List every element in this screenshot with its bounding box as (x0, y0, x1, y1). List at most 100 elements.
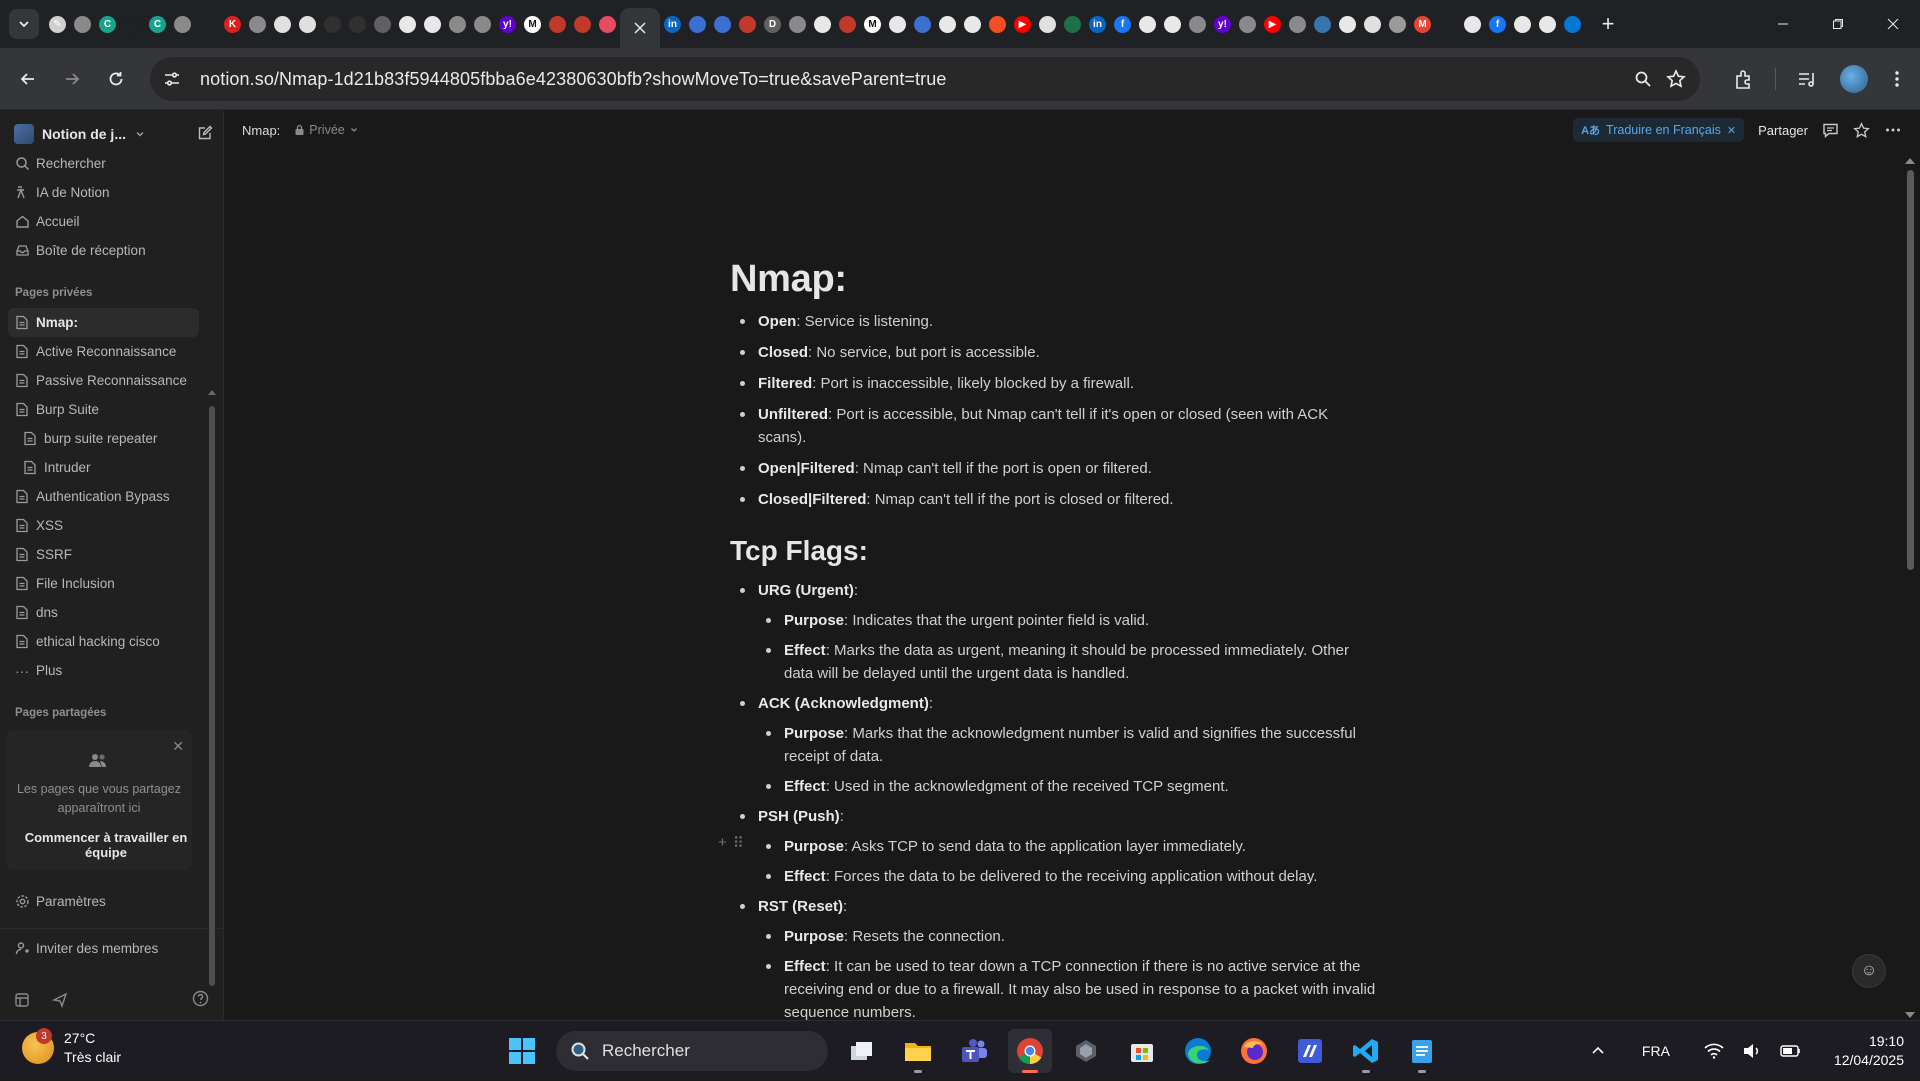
sidebar-invite-members[interactable]: Inviter des membres (8, 934, 199, 963)
add-block-icon[interactable]: + (718, 834, 727, 852)
bullet-item[interactable]: Closed|Filtered: Nmap can't tell if the … (730, 488, 1380, 511)
more-horizontal-icon[interactable] (1884, 121, 1902, 139)
new-tab-button[interactable]: + (1593, 11, 1623, 37)
volume-icon[interactable] (1742, 1043, 1762, 1059)
taskbar-search[interactable]: Rechercher (556, 1031, 828, 1071)
browser-tab[interactable] (1510, 0, 1535, 48)
browser-tab[interactable]: K (220, 0, 245, 48)
browser-tab[interactable] (985, 0, 1010, 48)
weather-widget[interactable]: 3 27°C Très clair (22, 1028, 121, 1067)
browser-tab[interactable] (710, 0, 735, 48)
drag-handle-icon[interactable]: ⠿ (733, 834, 744, 852)
bullet-item[interactable]: Effect: Forces the data to be delivered … (756, 865, 1380, 888)
sidebar-notion-ai[interactable]: IA de Notion (8, 178, 199, 207)
browser-tab[interactable] (1535, 0, 1560, 48)
translate-chip[interactable]: Aあ Traduire en Français ✕ (1573, 118, 1745, 142)
bullet-item[interactable]: Purpose: Marks that the acknowledgment n… (756, 722, 1380, 768)
browser-tab[interactable]: y! (495, 0, 520, 48)
browser-tab[interactable] (395, 0, 420, 48)
sidebar-search[interactable]: Rechercher (8, 149, 199, 178)
browser-tab[interactable] (935, 0, 960, 48)
browser-tab[interactable]: M (860, 0, 885, 48)
site-info-button[interactable] (154, 61, 190, 97)
extensions-icon[interactable] (1733, 68, 1755, 90)
sidebar-page-item[interactable]: Authentication Bypass (8, 482, 199, 511)
favorite-star-icon[interactable] (1853, 121, 1870, 139)
start-teamwork-button[interactable]: Commencer à travailler en équipe (6, 830, 206, 860)
workspace-switcher[interactable]: Notion de j... (14, 120, 146, 148)
browser-tab[interactable] (835, 0, 860, 48)
battery-icon[interactable] (1780, 1043, 1802, 1059)
browser-tab[interactable]: ✎ (45, 0, 70, 48)
sidebar-inbox[interactable]: Boîte de réception (8, 236, 199, 265)
address-bar[interactable]: notion.so/Nmap-1d21b83f5944805fbba6e4238… (150, 57, 1700, 101)
browser-tab[interactable] (685, 0, 710, 48)
more-vertical-icon[interactable] (1886, 68, 1908, 90)
bullet-item[interactable]: URG (Urgent): (730, 579, 1380, 602)
browser-tab[interactable] (345, 0, 370, 48)
browser-tab[interactable] (1435, 0, 1460, 48)
file-explorer-button[interactable] (896, 1029, 940, 1073)
sidebar-settings[interactable]: Paramètres (8, 887, 199, 916)
breadcrumb[interactable]: Nmap: (242, 123, 280, 138)
browser-tab[interactable]: C (95, 0, 120, 48)
sidebar-page-item[interactable]: Nmap: (8, 308, 199, 337)
templates-icon[interactable] (14, 992, 30, 1008)
tcp-flags-heading[interactable]: Tcp Flags: (730, 535, 1380, 575)
browser-tab[interactable] (1335, 0, 1360, 48)
chrome-button[interactable] (1008, 1029, 1052, 1073)
page-privacy-badge[interactable]: Privée (294, 123, 358, 137)
bullet-item[interactable]: Purpose: Indicates that the urgent point… (756, 609, 1380, 632)
browser-tab[interactable] (1060, 0, 1085, 48)
active-tab[interactable] (620, 8, 660, 48)
browser-tab[interactable]: in (1085, 0, 1110, 48)
browser-tab[interactable]: ▶ (1010, 0, 1035, 48)
browser-tab[interactable] (545, 0, 570, 48)
close-tab-icon[interactable] (634, 22, 646, 34)
sidebar-page-item[interactable]: ethical hacking cisco (8, 627, 199, 656)
browser-tab[interactable] (595, 0, 620, 48)
zoom-icon[interactable] (1634, 70, 1652, 88)
app-button[interactable] (1064, 1029, 1108, 1073)
browser-tab[interactable] (1185, 0, 1210, 48)
browser-tab[interactable] (960, 0, 985, 48)
browser-tab[interactable] (1310, 0, 1335, 48)
browser-tab[interactable] (445, 0, 470, 48)
task-view-button[interactable] (840, 1029, 884, 1073)
browser-tab[interactable] (320, 0, 345, 48)
sidebar-page-item[interactable]: XSS (8, 511, 199, 540)
browser-tab[interactable] (1160, 0, 1185, 48)
browser-tab[interactable] (245, 0, 270, 48)
forward-button[interactable] (52, 59, 92, 99)
notepad-button[interactable] (1400, 1029, 1444, 1073)
bullet-item[interactable]: Open|Filtered: Nmap can't tell if the po… (730, 457, 1380, 480)
browser-tab[interactable] (1135, 0, 1160, 48)
browser-tab[interactable]: C (145, 0, 170, 48)
sidebar-page-item[interactable]: Burp Suite (8, 395, 199, 424)
browser-tab[interactable]: M (520, 0, 545, 48)
bullet-item[interactable]: Effect: Marks the data as urgent, meanin… (756, 639, 1380, 685)
sidebar-page-item[interactable]: Passive Reconnaissance (8, 366, 199, 395)
bullet-item[interactable]: Closed: No service, but port is accessib… (730, 341, 1380, 364)
new-page-button[interactable] (192, 120, 218, 146)
browser-tab[interactable] (1035, 0, 1060, 48)
browser-tab[interactable] (1360, 0, 1385, 48)
browser-tab[interactable] (170, 0, 195, 48)
browser-tab[interactable] (1285, 0, 1310, 48)
browser-tab[interactable] (195, 0, 220, 48)
page-title[interactable]: Nmap: (730, 258, 1380, 308)
sidebar-page-item[interactable]: Active Reconnaissance (8, 337, 199, 366)
browser-tab[interactable]: in (660, 0, 685, 48)
browser-tab[interactable] (885, 0, 910, 48)
start-button[interactable] (500, 1029, 544, 1073)
bullet-item[interactable]: Unfiltered: Port is accessible, but Nmap… (730, 403, 1380, 449)
browser-tab[interactable] (120, 0, 145, 48)
browser-tab[interactable] (1385, 0, 1410, 48)
browser-tab[interactable] (810, 0, 835, 48)
bookmark-star-icon[interactable] (1666, 69, 1686, 89)
firefox-button[interactable] (1232, 1029, 1276, 1073)
edge-button[interactable] (1176, 1029, 1220, 1073)
bullet-item[interactable]: Purpose: Asks TCP to send data to the ap… (756, 835, 1380, 858)
url-text[interactable]: notion.so/Nmap-1d21b83f5944805fbba6e4238… (200, 69, 946, 90)
clock[interactable]: 19:10 12/04/2025 (1834, 1032, 1904, 1070)
